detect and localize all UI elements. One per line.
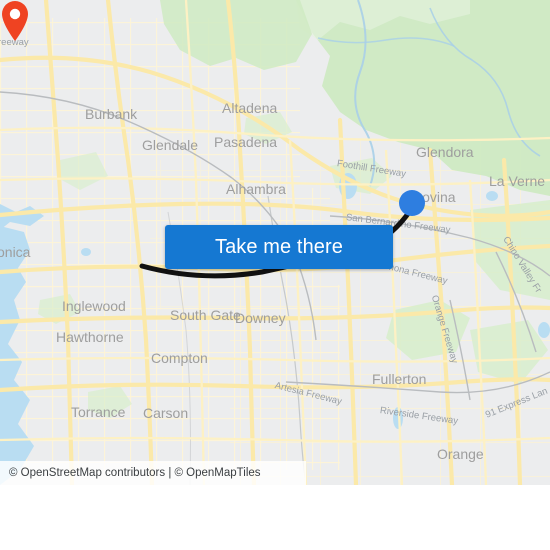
origin-pin[interactable] [0,0,30,42]
map-attribution-text[interactable]: © OpenStreetMap contributors | © OpenMap… [0,467,261,479]
map-attribution: © OpenStreetMap contributors | © OpenMap… [0,461,306,485]
map-canvas[interactable]: Burbank Altadena Glendale Pasadena Glend… [0,0,550,485]
take-me-there-button[interactable]: Take me there [165,225,393,269]
destination-dot[interactable] [399,190,425,216]
take-me-there-label: Take me there [214,235,344,258]
map-share-card: Burbank Altadena Glendale Pasadena Glend… [0,0,550,550]
footer-bar: Azusa and San Bernardino N → Usc moovit [0,485,550,550]
